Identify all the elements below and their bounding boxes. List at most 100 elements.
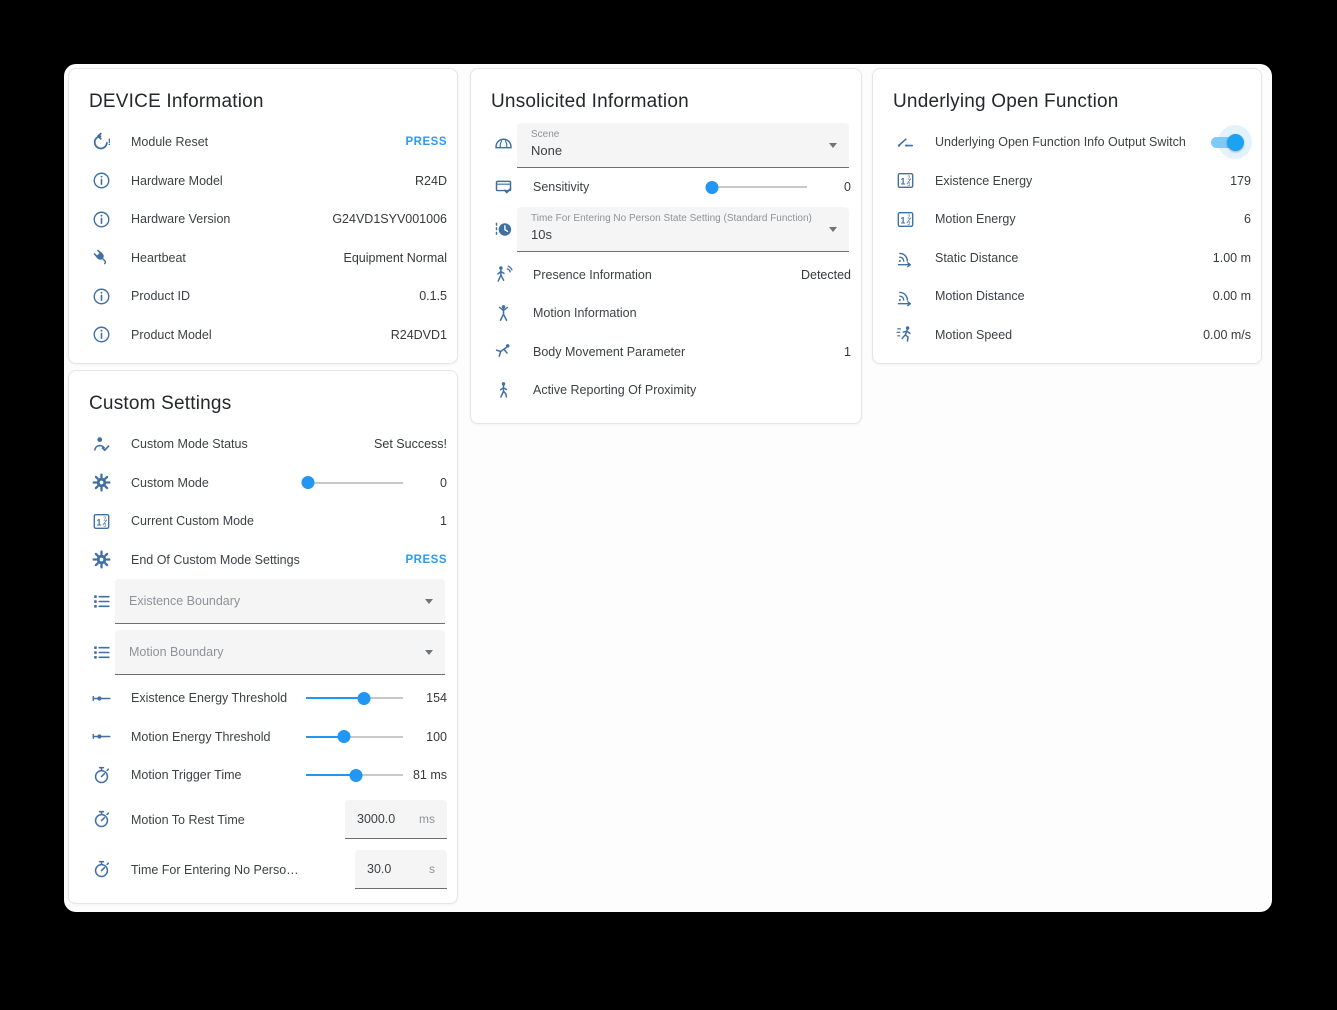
row-value: 0.00 m	[1213, 289, 1251, 303]
end-custom-mode-press-button[interactable]: PRESS	[406, 554, 448, 566]
timer-icon	[87, 859, 115, 880]
clock-icon	[489, 219, 517, 240]
scene-icon	[489, 135, 517, 156]
custom-mode-status-row: Custom Mode Status Set Success!	[69, 425, 457, 464]
chevron-down-icon	[829, 227, 837, 232]
switch-icon	[891, 132, 919, 153]
presence-icon	[489, 264, 517, 285]
motion-trigger-time-row: Motion Trigger Time 81 ms	[69, 756, 457, 795]
row-label: Custom Mode Status	[131, 437, 374, 451]
row-value: Set Success!	[374, 437, 447, 451]
row-label: Motion Distance	[935, 289, 1213, 303]
product-id-row: Product ID 0.1.5	[69, 277, 457, 316]
sensitivity-icon	[489, 177, 517, 198]
chevron-down-icon	[829, 143, 837, 148]
row-label: Heartbeat	[131, 251, 343, 265]
no-person-state-select[interactable]: Time For Entering No Person State Settin…	[517, 207, 849, 252]
body-movement-parameter-row: Body Movement Parameter 1	[471, 333, 861, 372]
distance-icon	[891, 247, 919, 268]
select-label: Scene	[531, 129, 819, 140]
existence-energy-threshold-row: Existence Energy Threshold 154	[69, 679, 457, 718]
unsolicited-information-card: Unsolicited Information Scene None Sensi…	[470, 68, 862, 424]
info-output-switch-row: Underlying Open Function Info Output Swi…	[873, 123, 1261, 162]
existence-energy-threshold-slider[interactable]	[306, 691, 403, 705]
custom-mode-slider[interactable]	[306, 476, 403, 490]
row-label: Motion To Rest Time	[131, 813, 345, 827]
row-label: Sensitivity	[533, 180, 710, 194]
info-icon	[87, 324, 115, 345]
device-information-card: DEVICE Information Module Reset PRESS Ha…	[68, 68, 458, 364]
timer-icon	[87, 809, 115, 830]
select-placeholder: Existence Boundary	[129, 579, 415, 624]
row-value: 0.00 m/s	[1203, 328, 1251, 342]
select-placeholder: Motion Boundary	[129, 630, 415, 675]
row-label: Product ID	[131, 289, 419, 303]
module-reset-press-button[interactable]: PRESS	[406, 136, 448, 148]
motion-to-rest-time-input[interactable]: 3000.0 ms	[345, 800, 447, 839]
row-label: Existence Energy Threshold	[131, 691, 306, 705]
row-value: 1.00 m	[1213, 251, 1251, 265]
info-icon	[87, 209, 115, 230]
end-custom-mode-row: End Of Custom Mode Settings PRESS	[69, 541, 457, 580]
select-value: 10s	[531, 227, 819, 242]
current-custom-mode-row: Current Custom Mode 1	[69, 502, 457, 541]
device-card-title: DEVICE Information	[69, 69, 457, 123]
motion-information-row: Motion Information	[471, 294, 861, 333]
info-icon	[87, 286, 115, 307]
row-label: Motion Information	[533, 306, 851, 320]
active-reporting-proximity-row: Active Reporting Of Proximity	[471, 371, 861, 410]
motion-energy-threshold-row: Motion Energy Threshold 100	[69, 718, 457, 757]
speed-icon	[891, 324, 919, 345]
row-value: G24VD1SYV001006	[332, 212, 447, 226]
row-value: Equipment Normal	[343, 251, 447, 265]
motion-to-rest-time-row: Motion To Rest Time 3000.0 ms	[69, 795, 457, 845]
walking-person-icon	[489, 380, 517, 401]
row-label: Presence Information	[533, 268, 801, 282]
threshold-icon	[87, 688, 115, 709]
motion-trigger-time-slider[interactable]	[306, 768, 403, 782]
row-label: Product Model	[131, 328, 391, 342]
slider-value: 0	[815, 180, 851, 194]
slider-value: 81 ms	[411, 768, 447, 782]
list-icon	[87, 591, 115, 612]
row-value: 6	[1244, 212, 1251, 226]
row-label: Hardware Version	[131, 212, 332, 226]
gear-icon	[87, 472, 115, 493]
scene-select[interactable]: Scene None	[517, 123, 849, 168]
sensitivity-row: Sensitivity 0	[471, 168, 861, 207]
row-value: 1	[844, 345, 851, 359]
existence-boundary-row: Existence Boundary	[69, 579, 457, 624]
number-icon	[891, 170, 919, 191]
slider-value: 154	[411, 691, 447, 705]
unsolicited-card-title: Unsolicited Information	[471, 69, 861, 123]
motion-energy-threshold-slider[interactable]	[306, 730, 403, 744]
no-person-state-row: Time For Entering No Person State Settin…	[471, 207, 861, 252]
row-label: Motion Speed	[935, 328, 1203, 342]
timer-icon	[87, 765, 115, 786]
no-person-time-input[interactable]: 30.0 s	[355, 850, 447, 889]
list-icon	[87, 642, 115, 663]
row-value: 0.1.5	[419, 289, 447, 303]
row-value: R24DVD1	[391, 328, 447, 342]
row-label: Underlying Open Function Info Output Swi…	[935, 135, 1209, 149]
toggle-thumb	[1227, 134, 1244, 151]
input-unit: s	[429, 862, 435, 876]
row-value: Detected	[801, 268, 851, 282]
row-label: Current Custom Mode	[131, 514, 440, 528]
slider-value: 0	[411, 476, 447, 490]
chevron-down-icon	[425, 599, 433, 604]
input-unit: ms	[419, 812, 435, 826]
sensitivity-slider[interactable]	[710, 180, 807, 194]
row-label: Motion Energy Threshold	[131, 730, 306, 744]
existence-boundary-select[interactable]: Existence Boundary	[115, 579, 445, 624]
threshold-icon	[87, 726, 115, 747]
static-distance-row: Static Distance 1.00 m	[873, 239, 1261, 278]
row-label: Motion Energy	[935, 212, 1244, 226]
underlying-card-title: Underlying Open Function	[873, 69, 1261, 123]
gear-icon	[87, 549, 115, 570]
input-value: 3000.0	[357, 812, 395, 826]
motion-speed-row: Motion Speed 0.00 m/s	[873, 316, 1261, 355]
info-output-toggle[interactable]	[1209, 132, 1243, 152]
row-label: Body Movement Parameter	[533, 345, 844, 359]
motion-boundary-select[interactable]: Motion Boundary	[115, 630, 445, 675]
